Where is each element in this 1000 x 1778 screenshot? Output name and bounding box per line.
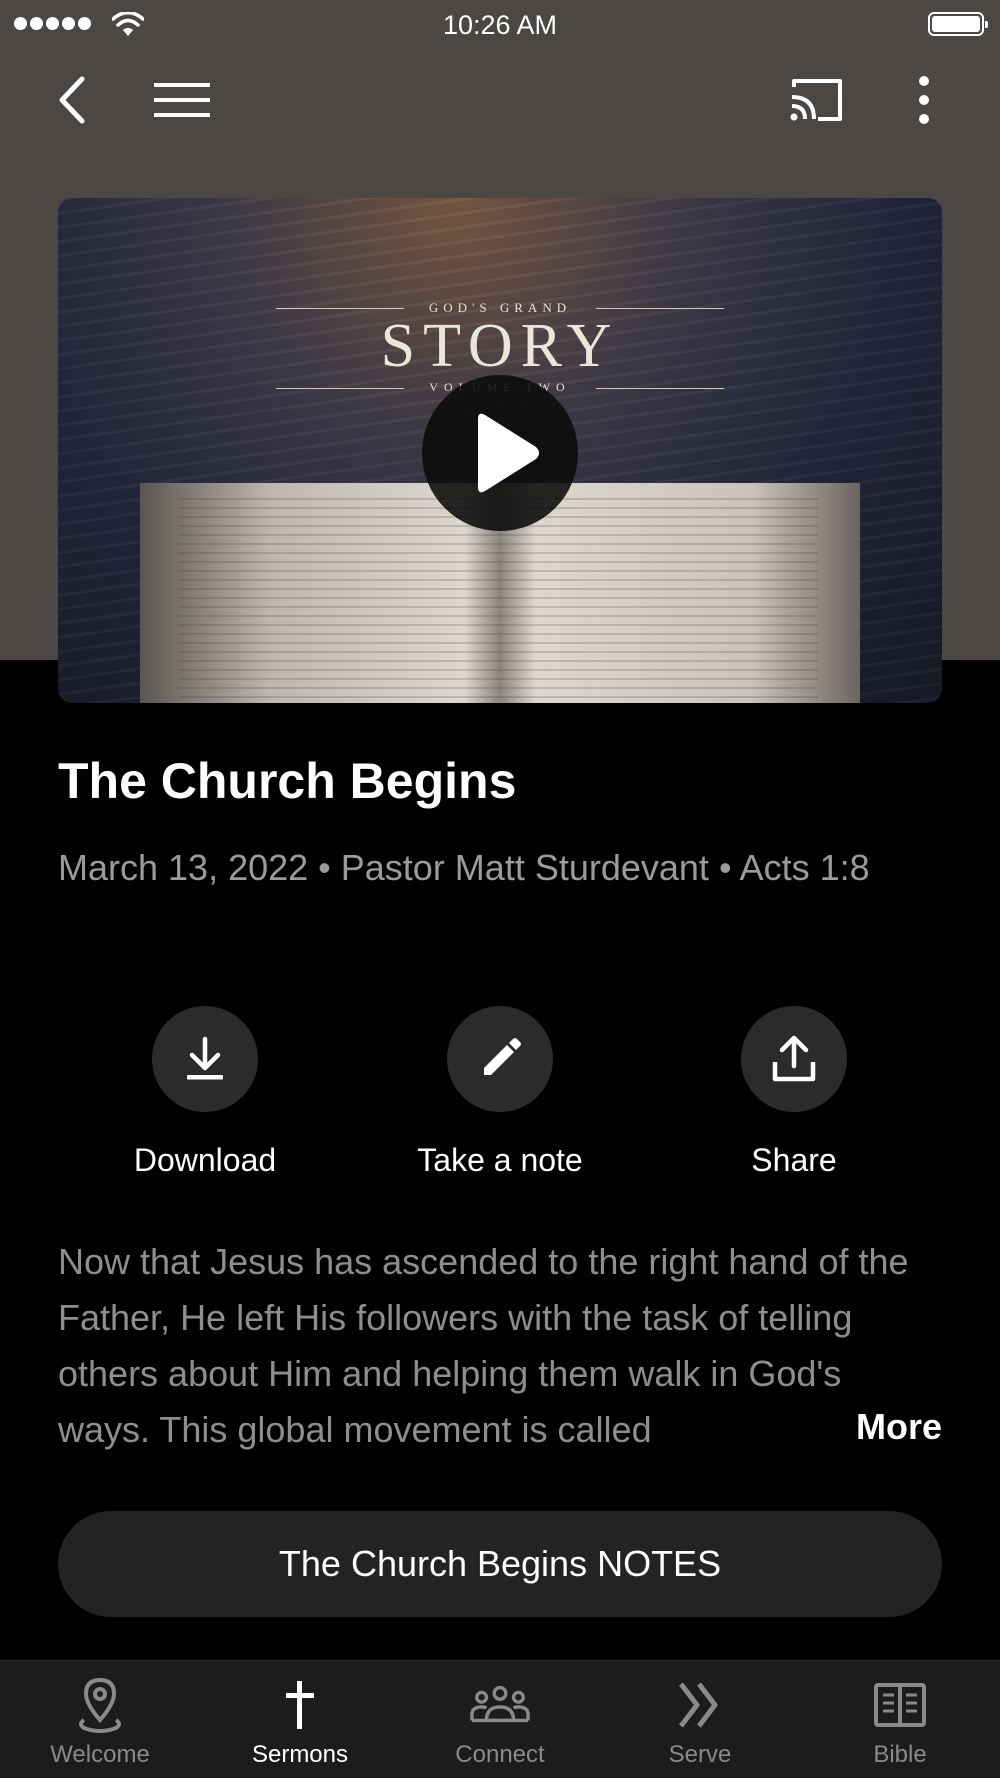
take-note-button[interactable]: Take a note: [380, 1006, 620, 1179]
menu-button[interactable]: [152, 70, 212, 130]
more-link[interactable]: More: [821, 1399, 942, 1455]
sermon-notes-button[interactable]: The Church Begins NOTES: [58, 1511, 942, 1617]
map-pin-icon: [79, 1677, 121, 1733]
back-button[interactable]: [44, 70, 104, 130]
take-note-circle: [447, 1006, 553, 1112]
share-label: Share: [751, 1142, 837, 1178]
more-vertical-icon: [919, 76, 929, 124]
status-bar: 10:26 AM: [0, 0, 1000, 50]
nav-bar: [0, 60, 1000, 140]
tab-welcome-label: Welcome: [50, 1741, 150, 1768]
tab-welcome[interactable]: Welcome: [0, 1661, 200, 1778]
book-icon: [874, 1683, 926, 1727]
status-time: 10:26 AM: [442, 10, 558, 40]
share-circle: [741, 1006, 847, 1112]
tab-connect[interactable]: Connect: [400, 1661, 600, 1778]
more-options-button[interactable]: [894, 70, 954, 130]
series-title: STORY: [380, 312, 620, 380]
battery-icon: [928, 12, 988, 36]
share-button[interactable]: Share: [674, 1006, 914, 1179]
tab-serve[interactable]: Serve: [600, 1661, 800, 1778]
people-icon: [470, 1685, 530, 1723]
pencil-icon: [484, 1038, 521, 1075]
take-note-label: Take a note: [417, 1142, 583, 1178]
download-icon: [187, 1036, 223, 1080]
cast-button[interactable]: [786, 70, 846, 130]
chevron-left-icon: [59, 76, 85, 124]
tab-bible[interactable]: Bible: [800, 1661, 1000, 1778]
sermon-meta: March 13, 2022 • Pastor Matt Sturdevant …: [58, 847, 870, 888]
download-circle: [152, 1006, 258, 1112]
tab-sermons-label: Sermons: [251, 1741, 349, 1768]
sermon-artwork: GOD'S GRAND STORY VOLUME TWO: [58, 198, 942, 703]
cast-icon: [790, 79, 842, 121]
play-icon: [478, 413, 539, 493]
tab-bar: Welcome Sermons Connect Serve Bible: [0, 1660, 1000, 1778]
share-icon: [772, 1035, 816, 1082]
double-chevron-icon: [679, 1682, 718, 1728]
download-label: Download: [133, 1142, 277, 1178]
action-row: Download Take a note Share: [0, 1006, 1000, 1186]
sermon-title: The Church Begins: [58, 753, 517, 809]
play-button[interactable]: [422, 375, 578, 531]
cross-icon: [286, 1681, 314, 1729]
sermon-description: Now that Jesus has ascended to the right…: [58, 1241, 909, 1450]
hamburger-icon: [154, 83, 210, 117]
tab-bible-label: Bible: [873, 1741, 927, 1768]
tab-serve-label: Serve: [668, 1741, 732, 1768]
download-button[interactable]: Download: [85, 1006, 325, 1179]
tab-connect-label: Connect: [455, 1741, 545, 1768]
tab-sermons[interactable]: Sermons: [200, 1661, 400, 1778]
